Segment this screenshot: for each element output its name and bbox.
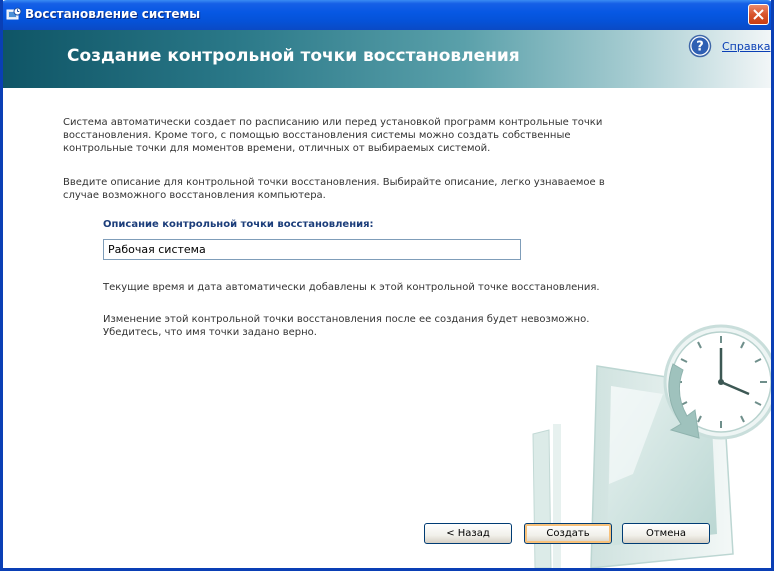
title-bar[interactable]: Восстановление системы — [3, 0, 771, 30]
intro-line: Система автоматически создает по расписа… — [63, 117, 603, 128]
intro-paragraph: Система автоматически создает по расписа… — [63, 116, 602, 155]
warning-line: Убедитесь, что имя точки задано верно. — [103, 327, 317, 338]
wizard-content: Система автоматически создает по расписа… — [3, 88, 771, 568]
description-input[interactable] — [103, 239, 521, 260]
warning-paragraph: Изменение этой контрольной точки восстан… — [103, 313, 589, 339]
instruction-line: случае возможного восстановления компьют… — [63, 190, 326, 201]
description-field-label: Описание контрольной точки восстановлени… — [103, 219, 374, 230]
window-title: Восстановление системы — [25, 7, 201, 21]
help-link[interactable]: Справка — [722, 40, 770, 53]
cancel-button[interactable]: Отмена — [622, 523, 710, 544]
datetime-note: Текущие время и дата автоматически добав… — [103, 282, 600, 293]
back-button[interactable]: < Назад — [424, 523, 512, 544]
close-button[interactable] — [748, 4, 769, 25]
header-banner: Создание контрольной точки восстановлени… — [3, 30, 771, 88]
system-restore-icon — [6, 7, 22, 20]
instruction-paragraph: Введите описание для контрольной точки в… — [63, 176, 605, 202]
intro-line: контрольные точки для моментов времени, … — [63, 143, 491, 154]
system-restore-window: Восстановление системы Создание контроль… — [0, 0, 774, 571]
page-title: Создание контрольной точки восстановлени… — [67, 46, 520, 66]
close-x-icon — [753, 9, 764, 20]
instruction-line: Введите описание для контрольной точки в… — [63, 177, 605, 188]
create-button[interactable]: Создать — [524, 523, 612, 544]
question-mark-icon[interactable]: ? — [688, 34, 712, 58]
svg-text:?: ? — [696, 40, 704, 55]
warning-line: Изменение этой контрольной точки восстан… — [103, 314, 590, 325]
intro-line: восстановления. Кроме того, с помощью во… — [63, 130, 571, 141]
